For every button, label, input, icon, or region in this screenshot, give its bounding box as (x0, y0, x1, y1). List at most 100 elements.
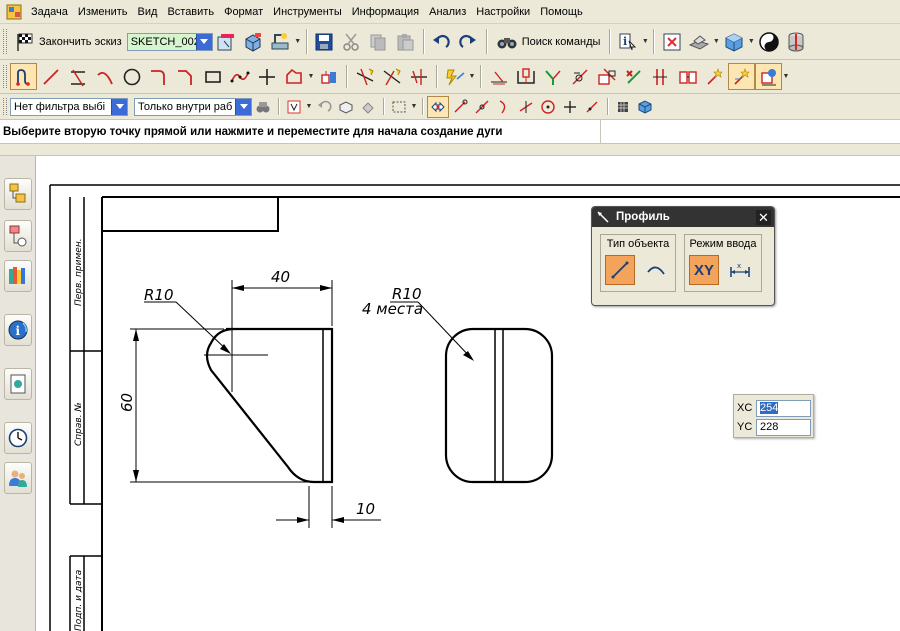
menu-analysis[interactable]: Анализ (424, 0, 471, 24)
snap-endpoint-button[interactable] (449, 96, 471, 118)
save-button[interactable] (311, 28, 338, 55)
dropdown-arrow-icon[interactable]: ▼ (747, 38, 755, 45)
undo-selection-button[interactable] (313, 96, 335, 118)
snap-point-button[interactable] (427, 95, 449, 118)
chamfer-tool-button[interactable] (172, 63, 199, 90)
dropdown-arrow-icon[interactable]: ▼ (410, 103, 418, 110)
view-orientation-button[interactable] (720, 28, 747, 55)
dropdown-arrow-icon[interactable]: ▼ (712, 38, 720, 45)
rectangle-select-button[interactable] (388, 96, 410, 118)
rectangle-tool-button[interactable] (199, 63, 226, 90)
filter-options-button[interactable] (252, 96, 274, 118)
fit-view-button[interactable] (658, 28, 685, 55)
alternate-solution-button[interactable] (647, 63, 674, 90)
profile-tool-button[interactable] (10, 63, 37, 90)
part-navigator-tab[interactable] (4, 220, 32, 252)
create-inferred-button[interactable] (701, 63, 728, 90)
toolbar-grip[interactable] (3, 29, 7, 54)
arc-tool-button[interactable] (91, 63, 118, 90)
object-type-arc-button[interactable] (641, 255, 671, 285)
quick-trim-button[interactable] (351, 63, 378, 90)
background-button[interactable] (755, 28, 782, 55)
dimension-button[interactable] (485, 63, 512, 90)
polygon-tool-button[interactable] (280, 63, 307, 90)
dropdown-arrow-icon[interactable]: ▼ (782, 73, 790, 80)
menu-task[interactable]: Задача (26, 0, 73, 24)
coordinate-mode-button[interactable]: XY (689, 255, 719, 285)
auto-constrain-button[interactable] (539, 63, 566, 90)
history-palette-tab[interactable] (4, 368, 32, 400)
snap-point-on-curve-button[interactable] (581, 96, 603, 118)
sketch-name-select[interactable]: SKETCH_002 (126, 32, 213, 51)
dropdown-arrow-icon[interactable]: ▼ (468, 73, 476, 80)
finish-sketch-button[interactable]: Закончить эскиз (10, 28, 127, 55)
offset-curve-button[interactable] (315, 63, 342, 90)
solid-body-button[interactable] (634, 96, 656, 118)
roles-tab[interactable] (4, 462, 32, 494)
sketch-orient-button[interactable] (213, 28, 240, 55)
menu-information[interactable]: Информация (347, 0, 424, 24)
select-body-button[interactable] (357, 96, 379, 118)
snap-intersection-button[interactable] (515, 96, 537, 118)
snap-midpoint-button[interactable] (471, 96, 493, 118)
copy-button[interactable] (365, 28, 392, 55)
line-tool-button[interactable] (37, 63, 64, 90)
menu-view[interactable]: Вид (133, 0, 163, 24)
menu-preferences[interactable]: Настройки (471, 0, 535, 24)
xc-input[interactable]: 254 (756, 399, 811, 417)
cut-button[interactable] (338, 28, 365, 55)
toolbar-grip[interactable] (3, 64, 7, 89)
select-feature-button[interactable] (335, 96, 357, 118)
animate-dimension-button[interactable] (593, 63, 620, 90)
reuse-library-tab[interactable] (4, 260, 32, 292)
show-constraints-button[interactable] (566, 63, 593, 90)
convert-reference-button[interactable] (620, 63, 647, 90)
derived-line-button[interactable] (64, 63, 91, 90)
snap-arc-center-button[interactable] (537, 96, 559, 118)
selection-scope-select[interactable]: Только внутри раб (134, 97, 252, 116)
quick-extend-button[interactable] (378, 63, 405, 90)
web-browser-tab[interactable]: i (4, 314, 32, 346)
point-tool-button[interactable] (253, 63, 280, 90)
make-corner-button[interactable] (405, 63, 432, 90)
sketch-relations-button[interactable] (755, 63, 782, 90)
snap-control-point-button[interactable] (493, 96, 515, 118)
history-tab[interactable] (4, 422, 32, 454)
info-button[interactable]: i (614, 28, 641, 55)
dropdown-arrow-icon[interactable]: ▼ (641, 38, 649, 45)
menu-tools[interactable]: Инструменты (268, 0, 347, 24)
object-type-line-button[interactable] (605, 255, 635, 285)
command-search-button[interactable]: Поиск команды (491, 28, 606, 55)
dropdown-arrow-icon[interactable]: ▼ (294, 38, 302, 45)
profile-dialog-titlebar[interactable]: Профиль ✕ (592, 207, 774, 227)
snap-existing-point-button[interactable] (559, 96, 581, 118)
constraints-button[interactable] (512, 63, 539, 90)
undo-button[interactable] (428, 28, 455, 55)
infer-constraints-settings-button[interactable] (674, 63, 701, 90)
dropdown-arrow-icon[interactable]: ▼ (305, 103, 313, 110)
inferred-constraints-button[interactable] (441, 63, 468, 90)
fillet-tool-button[interactable] (145, 63, 172, 90)
studio-spline-button[interactable] (226, 63, 253, 90)
render-style-button[interactable] (685, 28, 712, 55)
pin-icon[interactable] (596, 210, 610, 224)
paste-button[interactable] (392, 28, 419, 55)
close-icon[interactable]: ✕ (756, 210, 771, 225)
circle-tool-button[interactable] (118, 63, 145, 90)
menu-edit[interactable]: Изменить (73, 0, 133, 24)
continuous-auto-dimension-button[interactable] (728, 63, 755, 90)
type-filter-select[interactable]: Нет фильтра выбі (10, 97, 128, 116)
select-all-button[interactable] (283, 96, 305, 118)
section-view-button[interactable] (782, 28, 809, 55)
grid-snap-button[interactable] (612, 96, 634, 118)
dropdown-arrow-icon[interactable]: ▼ (307, 73, 315, 80)
yc-input[interactable]: 228 (756, 418, 811, 436)
redo-button[interactable] (455, 28, 482, 55)
toolbar-grip[interactable] (3, 97, 7, 116)
menu-format[interactable]: Формат (219, 0, 268, 24)
menu-insert[interactable]: Вставить (162, 0, 219, 24)
reattach-button[interactable] (240, 28, 267, 55)
menu-help[interactable]: Помощь (535, 0, 588, 24)
parameter-mode-button[interactable]: x (725, 255, 755, 285)
assembly-navigator-tab[interactable] (4, 178, 32, 210)
